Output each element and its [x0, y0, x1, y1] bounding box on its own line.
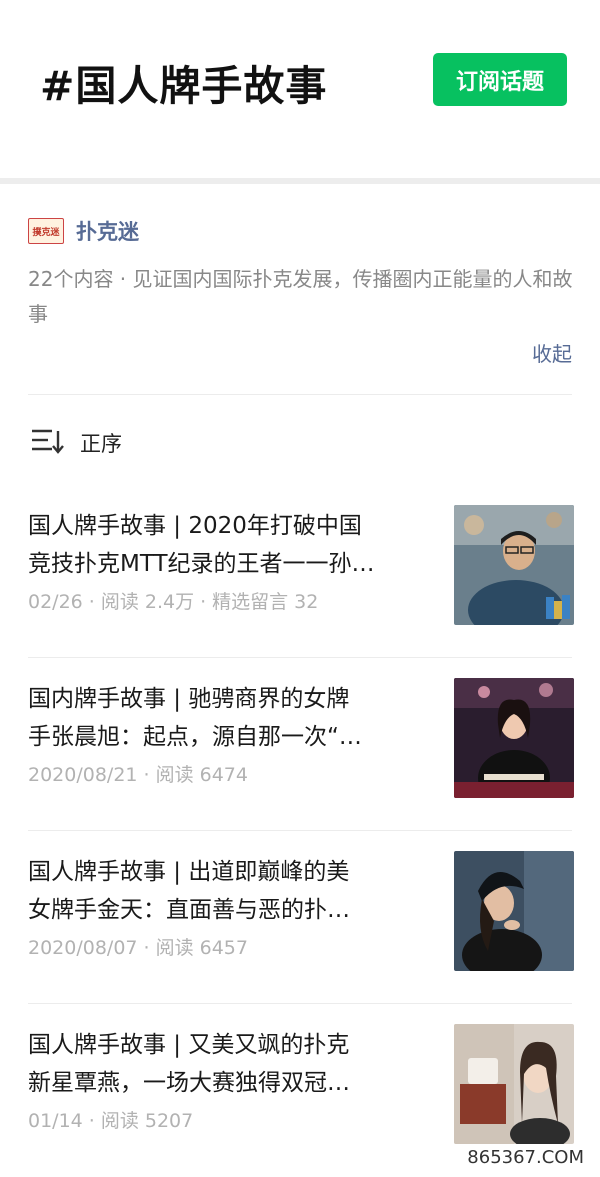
article-title: 国人牌手故事 | 2020年打破中国 竞技扑克MTT纪录的王者一一孙… — [28, 507, 438, 583]
article-item[interactable]: 国人牌手故事 | 出道即巅峰的美 女牌手金天：直面善与恶的扑… 2020/08/… — [0, 831, 600, 1004]
article-reads: 阅读 6474 — [155, 764, 248, 786]
account-logo: 撲克迷 — [28, 218, 64, 244]
account-description: 22个内容 · 见证国内国际扑克发展，传播圈内正能量的人和故事 — [28, 267, 573, 326]
sort-order-icon — [32, 429, 64, 454]
account-name[interactable]: 扑克迷 — [76, 216, 139, 246]
article-reads: 阅读 5207 — [100, 1110, 194, 1132]
article-title-line: 手张晨旭：起点，源自那一次“… — [28, 724, 362, 750]
account-info: 撲克迷 扑克迷 22个内容 · 见证国内国际扑克发展，传播圈内正能量的人和故事 … — [0, 184, 600, 394]
article-title-line: 新星覃燕，一场大赛独得双冠… — [28, 1070, 350, 1096]
article-thumbnail — [454, 678, 574, 798]
article-thumbnail — [454, 505, 574, 625]
topic-title: #国人牌手故事 — [40, 62, 328, 110]
article-title: 国人牌手故事 | 出道即巅峰的美 女牌手金天：直面善与恶的扑… — [28, 853, 438, 929]
subscribe-topic-button[interactable]: 订阅话题 — [433, 53, 567, 106]
article-title-line: 国内牌手故事 | 驰骋商界的女牌 — [28, 686, 350, 712]
watermark: 865367.COM — [463, 1146, 588, 1169]
article-date: 2020/08/21 — [28, 764, 138, 786]
article-date: 2020/08/07 — [28, 937, 138, 959]
article-title-line: 国人牌手故事 | 2020年打破中国 — [28, 513, 362, 539]
article-meta: 2020/08/07 · 阅读 6457 — [28, 937, 248, 959]
article-title: 国内牌手故事 | 驰骋商界的女牌 手张晨旭：起点，源自那一次“… — [28, 680, 438, 756]
article-title: 国人牌手故事 | 又美又飒的扑克 新星覃燕，一场大赛独得双冠… — [28, 1026, 438, 1102]
account-row[interactable]: 撲克迷 扑克迷 — [28, 216, 139, 246]
collapse-button[interactable]: 收起 — [532, 338, 572, 367]
article-date: 02/26 — [28, 591, 83, 613]
article-title-line: 国人牌手故事 | 又美又飒的扑克 — [28, 1032, 350, 1058]
article-meta: 2020/08/21 · 阅读 6474 — [28, 764, 248, 786]
article-reads: 阅读 2.4万 — [100, 591, 195, 613]
sort-toggle[interactable]: 正序 — [0, 395, 600, 485]
article-meta: 01/14 · 阅读 5207 — [28, 1110, 194, 1132]
article-item[interactable]: 国人牌手故事 | 2020年打破中国 竞技扑克MTT纪录的王者一一孙… 02/2… — [0, 485, 600, 658]
topic-header: #国人牌手故事 订阅话题 — [0, 0, 600, 178]
article-date: 01/14 — [28, 1110, 83, 1132]
article-title-line: 国人牌手故事 | 出道即巅峰的美 — [28, 859, 350, 885]
article-reads: 阅读 6457 — [155, 937, 248, 959]
article-thumbnail — [454, 851, 574, 971]
sort-label: 正序 — [80, 432, 122, 456]
article-meta: 02/26 · 阅读 2.4万 · 精选留言 32 — [28, 591, 319, 613]
article-thumbnail — [454, 1024, 574, 1144]
article-comments: 精选留言 32 — [212, 591, 319, 613]
article-item[interactable]: 国内牌手故事 | 驰骋商界的女牌 手张晨旭：起点，源自那一次“… 2020/08… — [0, 658, 600, 831]
article-title-line: 竞技扑克MTT纪录的王者一一孙… — [28, 551, 375, 577]
article-title-line: 女牌手金天：直面善与恶的扑… — [28, 897, 350, 923]
